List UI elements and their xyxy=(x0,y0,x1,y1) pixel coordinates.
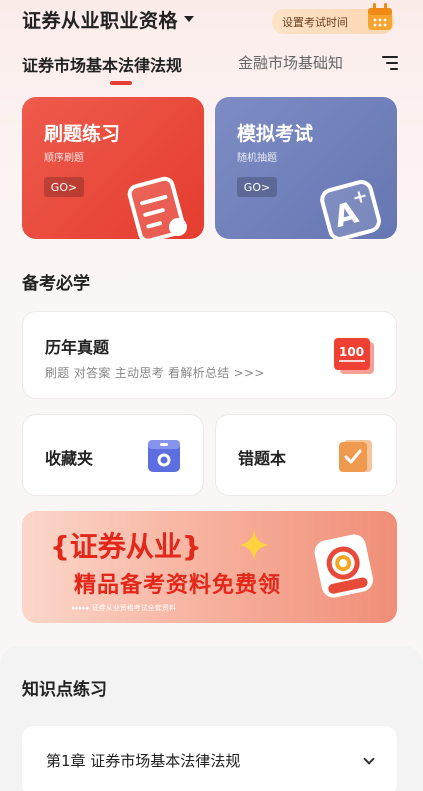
checklist-icon xyxy=(339,440,372,472)
sparkle-icon xyxy=(238,529,270,561)
app-logo-icon xyxy=(314,534,374,598)
mock-go-button[interactable]: GO> xyxy=(237,177,277,197)
chevron-down-icon[interactable] xyxy=(363,753,375,765)
chapter-label: 第1章 证券市场基本法律法规 xyxy=(46,752,241,770)
active-tab-indicator xyxy=(110,81,132,85)
page-title: 证券从业职业资格 xyxy=(22,9,179,32)
mock-exam-card[interactable]: 模拟考试 随机抽题 GO> A + xyxy=(215,97,397,239)
calendar-icon xyxy=(368,3,392,30)
svg-text:100: 100 xyxy=(339,345,364,359)
past-exams-subtitle: 刷题 对答案 主动思考 看解析总结 >>> xyxy=(45,366,265,380)
section-title: 备考必学 xyxy=(22,274,90,294)
mock-subtitle: 随机抽题 xyxy=(237,153,277,164)
subject-tabs: 证券市场基本法律法规 金融市场基础知 xyxy=(22,52,402,86)
practice-subtitle: 顺序刷题 xyxy=(44,153,84,164)
favorites-card[interactable]: 收藏夹 xyxy=(22,414,204,496)
tab-law[interactable]: 证券市场基本法律法规 xyxy=(22,52,182,76)
past-exams-title: 历年真题 xyxy=(45,338,110,357)
practice-card[interactable]: 刷题练习 顺序刷题 GO> xyxy=(22,97,204,239)
qualification-selector[interactable]: 证券从业职业资格 xyxy=(22,6,195,32)
caret-down-icon xyxy=(184,16,195,22)
favorites-box-icon xyxy=(148,440,180,472)
chapter-item[interactable]: 第1章 证券市场基本法律法规 xyxy=(22,726,397,791)
document-edit-icon xyxy=(127,176,187,239)
past-exams-card[interactable]: 历年真题 刷题 对答案 主动思考 看解析总结 >>> 100 xyxy=(22,311,397,399)
score-100-icon: 100 xyxy=(334,338,374,374)
practice-go-button[interactable]: GO> xyxy=(44,177,84,197)
banner-caption: ▸▸▸▸▸ 证券从业资格考试全套资料 xyxy=(72,604,176,612)
promo-banner[interactable]: {证券从业} 精品备考资料免费领 ▸▸▸▸▸ 证券从业资格考试全套资料 xyxy=(22,511,397,623)
favorites-title: 收藏夹 xyxy=(45,449,94,468)
tab-finance[interactable]: 金融市场基础知 xyxy=(238,52,343,73)
menu-icon[interactable] xyxy=(382,56,398,70)
banner-subheadline: 精品备考资料免费领 xyxy=(74,573,282,598)
wrong-answers-card[interactable]: 错题本 xyxy=(215,414,397,496)
mock-title: 模拟考试 xyxy=(237,123,314,145)
set-exam-time-label: 设置考试时间 xyxy=(282,15,348,29)
wrong-answers-title: 错题本 xyxy=(238,449,287,468)
banner-headline: {证券从业} xyxy=(50,530,202,563)
knowledge-title: 知识点练习 xyxy=(22,680,107,700)
knowledge-practice-section: 知识点练习 第1章 证券市场基本法律法规 xyxy=(0,646,423,791)
grade-a-plus-icon: A + xyxy=(320,180,381,239)
practice-title: 刷题练习 xyxy=(44,123,121,145)
